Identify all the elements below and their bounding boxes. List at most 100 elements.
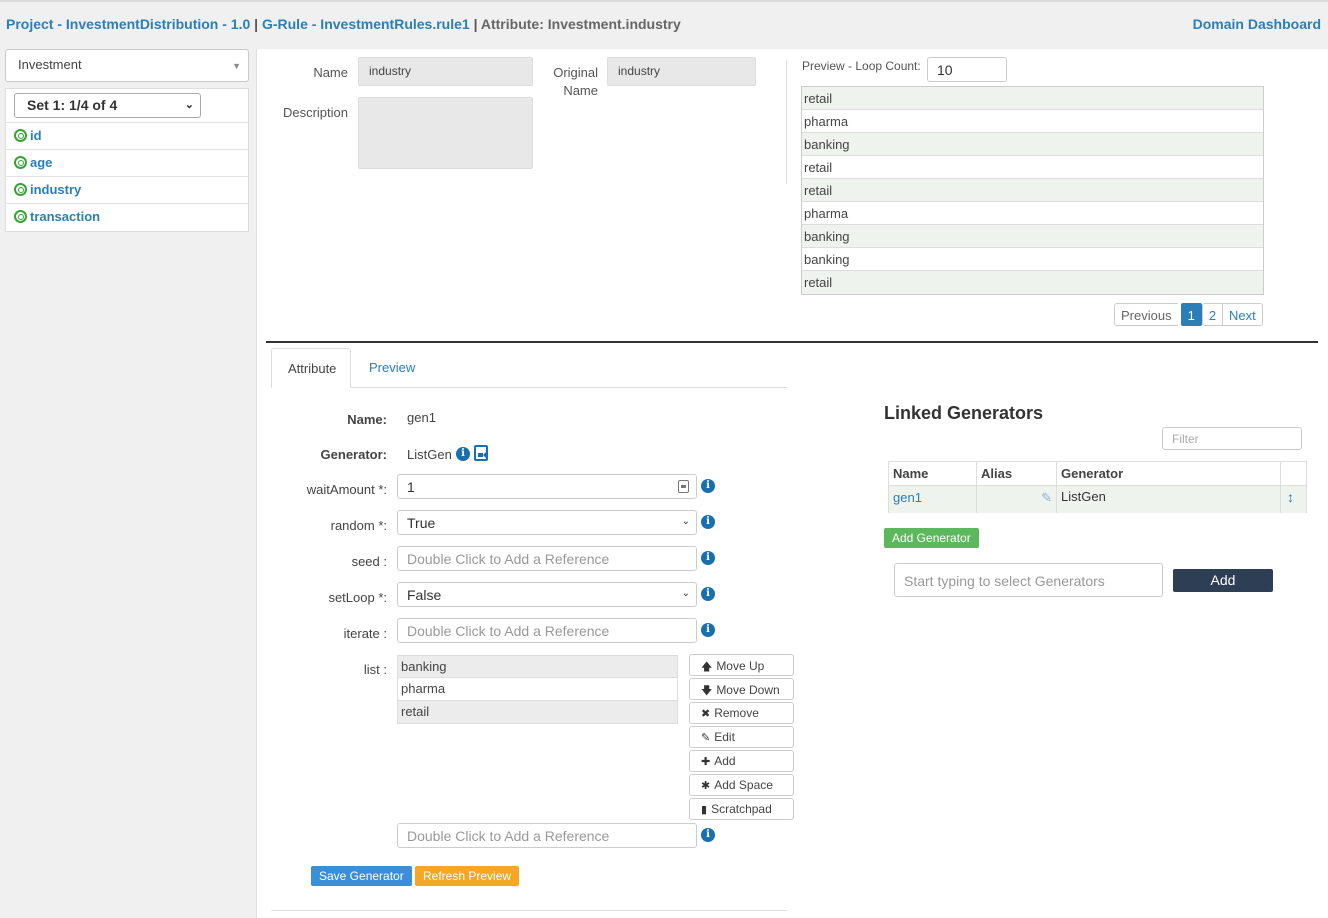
lifebuoy-icon [14,129,27,142]
name-field[interactable]: industry [358,57,533,86]
pagination-page-2[interactable]: 2 [1201,303,1224,326]
info-icon[interactable]: i [701,828,715,842]
arrow-up-icon: 🡅 [701,661,713,673]
plus-icon: ✚ [701,756,711,768]
edit-button[interactable]: ✎ Edit [689,726,794,748]
info-icon[interactable]: i [701,623,715,637]
original-name-label-line1: Original [553,65,598,80]
info-icon[interactable]: i [701,515,715,529]
sidebar-item-label[interactable]: age [30,155,52,170]
remove-button[interactable]: ✖ Remove [689,702,794,724]
list-item[interactable]: pharma [397,678,678,701]
remove-label: Remove [714,706,759,720]
file-icon: ▮ [701,804,708,816]
list-item[interactable]: banking [397,655,678,678]
generator-search-input[interactable]: Start typing to select Generators [894,563,1163,597]
add-item-button[interactable]: ✚ Add [689,750,794,772]
resize-vertical-icon[interactable]: ↕ [1281,486,1306,513]
pagination: Previous 1 2 Next [1114,303,1263,326]
chevron-down-icon: ⌄ [681,516,690,527]
save-generator-button[interactable]: Save Generator [311,866,412,886]
chevron-down-icon: ⌄ [184,99,194,111]
add-generator-button[interactable]: Add Generator [884,528,979,548]
pencil-icon[interactable]: ✎ [1041,490,1052,506]
seed-reference-input[interactable]: Double Click to Add a Reference [397,546,697,571]
setloop-label: setLoop *: [328,590,387,605]
info-icon[interactable]: i [701,551,715,565]
generator-link[interactable]: gen1 [893,490,922,505]
refresh-preview-button[interactable]: Refresh Preview [415,866,520,886]
linked-generators-table: Name Alias Generator gen1 ✎ ListGen ↕ [888,461,1307,513]
filter-input[interactable]: Filter [1162,427,1302,450]
tab-attribute[interactable]: Attribute [271,348,351,388]
scratchpad-label: Scratchpad [711,802,772,816]
list-item[interactable]: retail [397,701,678,724]
sidebar-item-label[interactable]: industry [30,182,81,197]
section-divider [266,341,1318,343]
sidebar-item-label[interactable]: id [30,128,42,143]
lifebuoy-icon [14,183,27,196]
pagination-next[interactable]: Next [1222,303,1263,326]
scratchpad-button[interactable]: ▮ Scratchpad [689,798,794,820]
domain-dashboard-link[interactable]: Domain Dashboard [1193,16,1321,32]
generator-type-label: Generator: [320,447,387,462]
wait-amount-label: waitAmount *: [306,482,387,497]
sidebar-item-industry[interactable]: industry [6,176,248,203]
pagination-previous[interactable]: Previous [1114,303,1179,326]
random-select[interactable]: True ⌄ [397,510,697,535]
entity-select[interactable]: Investment ▼ [5,49,249,82]
random-select-value: True [407,515,436,531]
name-label: Name [313,65,348,80]
sidebar-item-label[interactable]: transaction [30,209,100,224]
move-up-button[interactable]: 🡅 Move Up [689,654,794,676]
sidebar-item-id[interactable]: id [6,122,248,149]
document-video-icon[interactable] [474,445,488,461]
original-name-label: Original Name [540,65,598,98]
asterisk-icon: ✱ [701,780,711,792]
description-textarea[interactable] [358,97,533,169]
breadcrumb-attribute: Attribute: Investment.industry [480,16,681,32]
attribute-set-panel: Set 1: 1/4 of 4 ⌄ id age industry transa… [5,88,249,232]
lifebuoy-icon [14,156,27,169]
breadcrumb-rule-link[interactable]: G-Rule - InvestmentRules.rule1 [262,16,470,32]
loop-count-input[interactable]: 10 [927,57,1007,82]
generator-name-label: Name: [347,412,387,427]
loop-count-label: Preview - Loop Count: [802,59,921,73]
table-row: banking [802,133,1263,156]
generator-name-value: gen1 [407,410,436,425]
original-name-field[interactable]: industry [607,57,756,86]
add-button[interactable]: Add [1173,569,1273,592]
sidebar-item-age[interactable]: age [6,149,248,176]
breadcrumb: Project - InvestmentDistribution - 1.0 |… [6,16,681,32]
column-header-alias[interactable]: Alias [977,462,1057,485]
info-icon[interactable]: i [456,447,470,461]
entity-select-value: Investment [18,57,82,72]
table-row: retail [802,87,1263,110]
iterate-reference-input[interactable]: Double Click to Add a Reference [397,618,697,643]
wait-amount-input[interactable]: 1 [397,474,697,499]
info-icon[interactable]: i [701,479,715,493]
set-select[interactable]: Set 1: 1/4 of 4 ⌄ [14,93,201,118]
move-down-button[interactable]: 🡇 Move Down [689,678,794,700]
add-space-button[interactable]: ✱ Add Space [689,774,794,796]
move-up-label: Move Up [716,659,765,673]
setloop-select[interactable]: False ⌄ [397,582,697,607]
table-cell-alias[interactable]: ✎ [977,486,1057,513]
list-label: list : [363,662,387,677]
tab-preview[interactable]: Preview [353,348,431,388]
table-row: pharma [802,202,1263,225]
breadcrumb-project-link[interactable]: Project - InvestmentDistribution - 1.0 [6,16,250,32]
table-row: pharma [802,110,1263,133]
set-select-value: Set 1: 1/4 of 4 [27,97,118,113]
move-down-label: Move Down [716,683,780,697]
column-header-name[interactable]: Name [889,462,977,485]
info-icon[interactable]: i [701,587,715,601]
column-header-generator[interactable]: Generator [1057,462,1281,485]
number-spinner-icon[interactable] [678,480,689,493]
edit-label: Edit [714,730,735,744]
pagination-page-1[interactable]: 1 [1180,303,1202,326]
sidebar-item-transaction[interactable]: transaction [6,203,248,230]
iterate-label: iterate : [343,626,387,641]
table-cell-generator: ListGen [1057,486,1281,513]
list-reference-input[interactable]: Double Click to Add a Reference [397,823,697,848]
